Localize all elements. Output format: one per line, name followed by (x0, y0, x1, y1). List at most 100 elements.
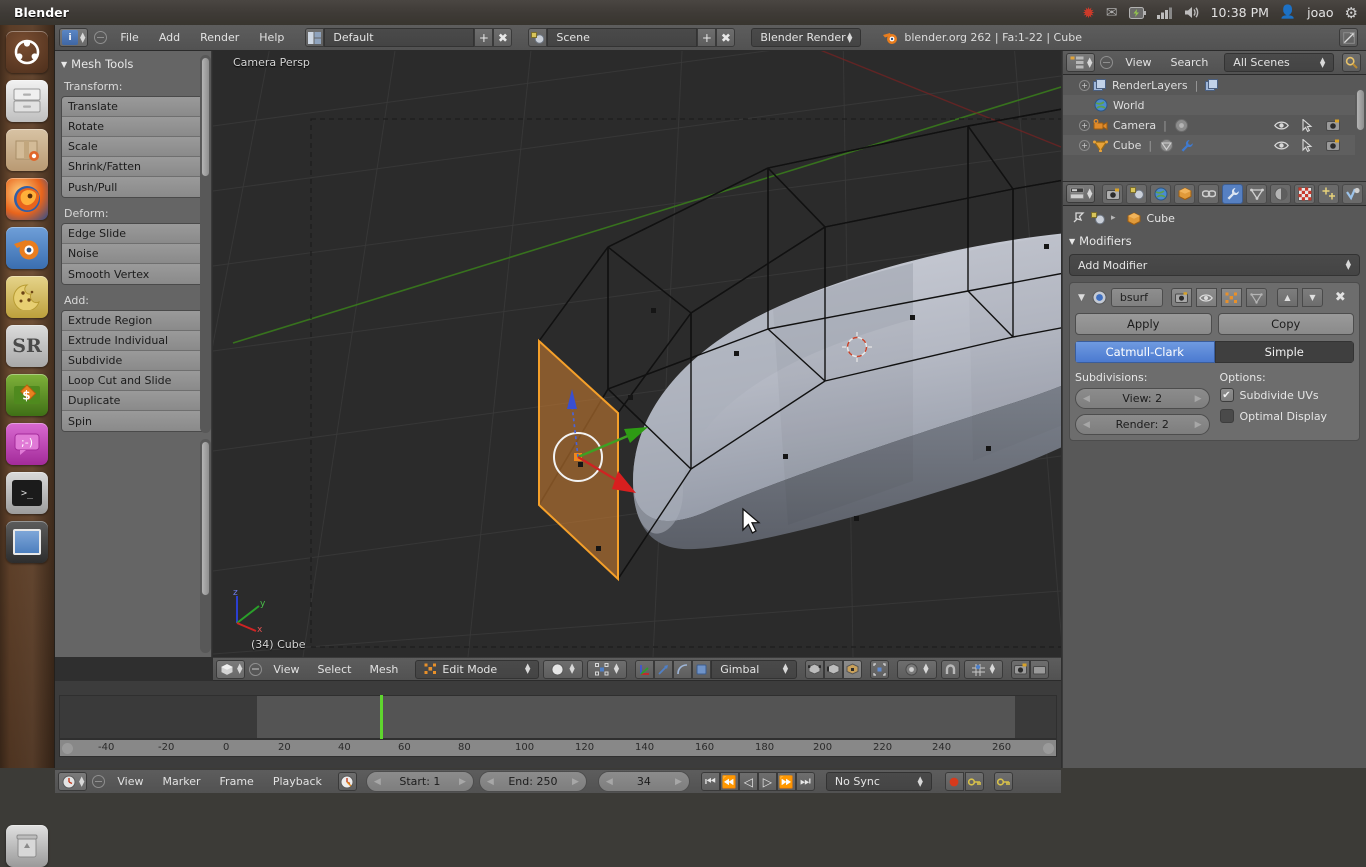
tool-rotate[interactable]: Rotate (62, 117, 204, 137)
scene-icon[interactable] (1091, 212, 1105, 225)
render-visibility-icon[interactable] (1326, 119, 1340, 131)
envelope-icon[interactable]: ✉ (1106, 5, 1118, 21)
renderlayer-data-icon[interactable] (1205, 79, 1219, 92)
scene-tab[interactable] (1126, 184, 1147, 204)
tool-extrude-individual[interactable]: Extrude Individual (62, 331, 204, 351)
messaging-error-icon[interactable]: ✹ (1082, 4, 1095, 22)
scene-field[interactable]: Scene (547, 28, 697, 47)
gear-icon[interactable]: ⚙ (1345, 4, 1358, 22)
delete-screen-layout-button[interactable]: ✖ (493, 28, 512, 47)
render-scene-icon[interactable] (1011, 660, 1030, 679)
empathy-chat-icon[interactable]: ;-) (6, 423, 48, 465)
previous-keyframe-icon[interactable]: ⏪ (720, 772, 739, 791)
outliner-row-camera[interactable]: + Camera | (1063, 115, 1366, 135)
3d-viewport[interactable]: Camera Persp (34) Cube z y x (213, 51, 1061, 657)
start-frame-field[interactable]: ◀ Start: 1 ▶ (366, 771, 474, 792)
pivot-point-selector[interactable]: ▲▼ (587, 660, 627, 679)
end-frame-field[interactable]: ◀ End: 250 ▶ (479, 771, 587, 792)
menu-mesh[interactable]: Mesh (362, 661, 405, 678)
files-icon[interactable] (6, 80, 48, 122)
render-subdivisions-field[interactable]: ◀ Render: 2 ▶ (1075, 414, 1210, 435)
tool-noise[interactable]: Noise (62, 244, 204, 264)
menu-help[interactable]: Help (252, 29, 291, 46)
eye-icon[interactable] (1274, 140, 1289, 151)
menu-select[interactable]: Select (311, 661, 359, 678)
increment-arrow-icon[interactable]: ▶ (572, 777, 579, 787)
viewport-canvas[interactable] (213, 51, 1061, 657)
copy-modifier-button[interactable]: Copy (1218, 313, 1355, 335)
timeline-scroll-handle-left[interactable] (62, 743, 73, 754)
increment-arrow-icon[interactable]: ▶ (675, 777, 682, 787)
collapse-menus-icon[interactable] (249, 663, 262, 676)
timeline-ruler[interactable]: -40 -20 0 20 40 60 80 100 120 140 160 18… (59, 739, 1057, 757)
menu-render[interactable]: Render (193, 29, 246, 46)
delete-scene-button[interactable]: ✖ (716, 28, 735, 47)
collapse-menus-icon[interactable] (92, 775, 105, 788)
decrement-arrow-icon[interactable]: ◀ (1083, 420, 1090, 430)
constraints-tab[interactable] (1198, 184, 1219, 204)
timeline-playhead[interactable] (380, 695, 383, 739)
vertex-select-icon[interactable] (805, 660, 824, 679)
viewport-shading-selector[interactable]: ▲▼ (543, 660, 582, 679)
outliner-row-renderlayers[interactable]: + RenderLayers | (1063, 75, 1366, 95)
record-icon[interactable] (945, 772, 964, 791)
increment-arrow-icon[interactable]: ▶ (1195, 420, 1202, 430)
magnet-icon[interactable] (941, 660, 960, 679)
view-subdivisions-field[interactable]: ◀ View: 2 ▶ (1075, 388, 1210, 409)
decrement-arrow-icon[interactable]: ◀ (374, 777, 381, 787)
collapse-menus-icon[interactable] (1100, 56, 1113, 69)
user-name[interactable]: joao (1307, 5, 1333, 20)
rotate-manipulator-icon[interactable] (654, 660, 673, 679)
menu-search[interactable]: Search (1164, 54, 1216, 71)
workspace-switcher-icon[interactable] (6, 521, 48, 563)
transform-orientation-selector[interactable]: Gimbal ▲▼ (711, 660, 797, 679)
render-visibility-icon[interactable] (1326, 139, 1340, 151)
menu-file[interactable]: File (113, 29, 145, 46)
outliner-scrollbar[interactable] (1356, 89, 1365, 131)
tool-smooth-vertex[interactable]: Smooth Vertex (62, 264, 204, 284)
tool-duplicate[interactable]: Duplicate (62, 391, 204, 411)
panel-header-mesh-tools[interactable]: ▼ Mesh Tools (61, 57, 205, 71)
face-select-icon[interactable] (843, 660, 862, 679)
subdivision-type-catmull-clark[interactable]: Catmull-Clark (1075, 341, 1215, 363)
tool-edge-slide[interactable]: Edge Slide (62, 224, 204, 244)
current-frame-field[interactable]: ◀ 34 ▶ (598, 771, 690, 792)
move-modifier-down-button[interactable]: ▼ (1302, 288, 1323, 307)
menu-frame[interactable]: Frame (213, 773, 261, 790)
firefox-icon[interactable] (6, 178, 48, 220)
optimal-display-row[interactable]: Optimal Display (1220, 409, 1355, 423)
maximize-icon[interactable] (1339, 28, 1358, 47)
particles-tab[interactable] (1318, 184, 1339, 204)
subdivision-type-simple[interactable]: Simple (1215, 341, 1355, 363)
transform-orientation-icon[interactable] (692, 660, 711, 679)
cookie-icon[interactable] (6, 276, 48, 318)
decrement-arrow-icon[interactable]: ◀ (606, 777, 613, 787)
expand-icon[interactable]: + (1079, 140, 1090, 151)
expand-icon[interactable]: + (1079, 120, 1090, 131)
tool-shrink-fatten[interactable]: Shrink/Fatten (62, 157, 204, 177)
limit-selection-visible-icon[interactable] (870, 660, 889, 679)
delete-modifier-button[interactable]: ✖ (1335, 290, 1346, 305)
physics-tab[interactable] (1342, 184, 1363, 204)
mesh-data-icon[interactable] (1159, 139, 1174, 152)
subdivide-uvs-checkbox[interactable]: ✔ (1220, 388, 1234, 402)
texture-tab[interactable] (1294, 184, 1315, 204)
apply-modifier-button[interactable]: Apply (1075, 313, 1212, 335)
panel-header-modifiers[interactable]: ▼ Modifiers (1069, 234, 1360, 248)
tool-subdivide[interactable]: Subdivide (62, 351, 204, 371)
terminal-icon[interactable]: >_ (6, 472, 48, 514)
decrement-arrow-icon[interactable]: ◀ (1083, 394, 1090, 404)
add-scene-button[interactable]: + (697, 28, 716, 47)
move-modifier-up-button[interactable]: ▲ (1277, 288, 1298, 307)
tool-scale[interactable]: Scale (62, 137, 204, 157)
tool-translate[interactable]: Translate (62, 97, 204, 117)
editor-type-selector-info[interactable]: i ▲▼ (59, 28, 88, 47)
tool-loop-cut-and-slide[interactable]: Loop Cut and Slide (62, 371, 204, 391)
user-avatar-icon[interactable]: 👤 (1280, 5, 1296, 20)
outliner-row-world[interactable]: World (1063, 95, 1366, 115)
screen-layout-field[interactable]: Default (324, 28, 474, 47)
object-tab[interactable] (1174, 184, 1195, 204)
keyframe-insert-icon[interactable] (965, 772, 984, 791)
menu-playback[interactable]: Playback (266, 773, 329, 790)
editor-type-selector-timeline[interactable]: ▲▼ (58, 772, 87, 791)
